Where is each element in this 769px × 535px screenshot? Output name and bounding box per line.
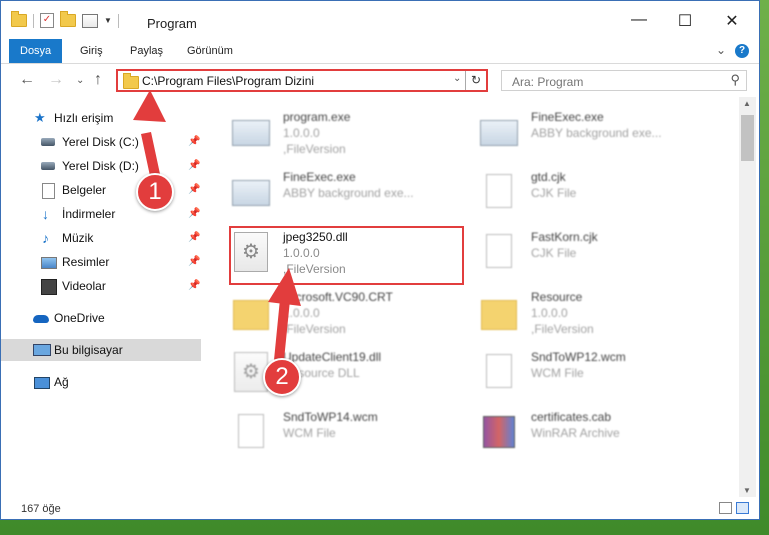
arrow-2 (268, 268, 301, 360)
step-1-badge: 1 (136, 173, 174, 211)
annotation-arrows (133, 90, 301, 360)
step-2-badge: 2 (263, 358, 301, 396)
